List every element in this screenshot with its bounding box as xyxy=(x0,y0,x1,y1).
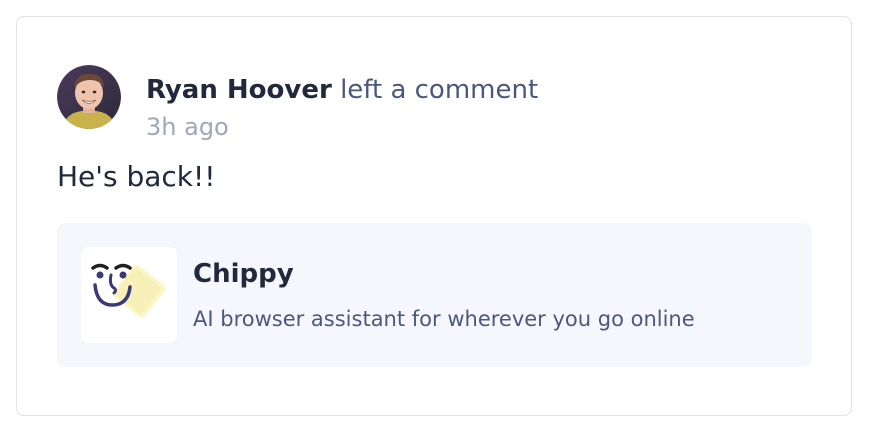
product-thumbnail xyxy=(81,247,177,343)
comment-action-text: left a comment xyxy=(340,75,539,105)
comment-header: Ryan Hoover left a comment xyxy=(146,74,538,106)
comment-timestamp: 3h ago xyxy=(146,113,229,141)
chippy-logo-icon xyxy=(91,263,166,318)
comment-body: He's back!! xyxy=(57,160,216,193)
product-card[interactable]: Chippy AI browser assistant for wherever… xyxy=(57,223,812,367)
comment-card: Ryan Hoover left a comment 3h ago He's b… xyxy=(16,16,852,416)
avatar[interactable] xyxy=(57,65,121,129)
author-name[interactable]: Ryan Hoover xyxy=(146,75,332,105)
avatar-image xyxy=(57,65,121,129)
product-name[interactable]: Chippy xyxy=(193,258,294,290)
product-tagline: AI browser assistant for wherever you go… xyxy=(193,307,695,331)
